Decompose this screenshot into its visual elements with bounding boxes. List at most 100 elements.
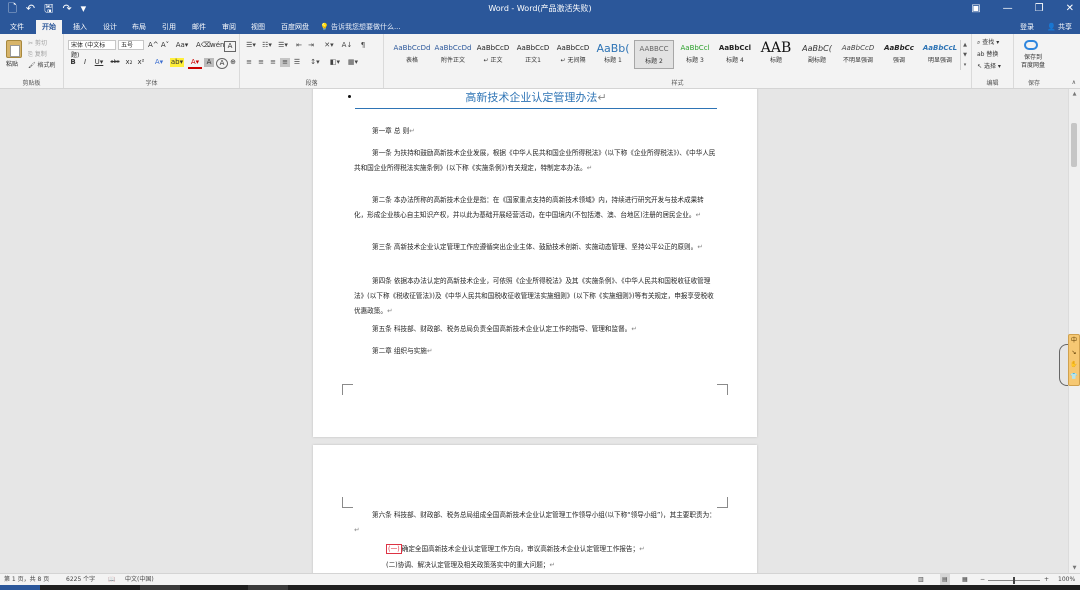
input-method-side-widget[interactable]: 中 ↘ ✋ 👕 [1068, 334, 1080, 386]
minimize-button[interactable]: — [1003, 1, 1013, 17]
tab-design[interactable]: 设计 [97, 20, 123, 34]
ime-skin-icon[interactable]: 👕 [1069, 371, 1079, 383]
style-intense-emphasis[interactable]: AaBbCcL 明显强调 [920, 40, 960, 69]
change-case-button[interactable]: Aa▾ [174, 41, 190, 50]
style-normal-1[interactable]: AaBbCcD 正文1 [513, 40, 553, 69]
style-subtitle[interactable]: AaBbC(副标题 [797, 40, 837, 69]
ime-mode-icon[interactable]: ↘ [1069, 347, 1079, 359]
tab-file[interactable]: 文件 [4, 20, 30, 34]
borders-button[interactable]: ▦▾ [346, 58, 360, 67]
cut-button[interactable]: ✂ 剪切 [28, 38, 47, 47]
taskbar-item[interactable] [0, 585, 40, 590]
justify-button[interactable]: ≡ [280, 58, 290, 67]
chapter-heading[interactable]: 第二章 组织与实施↵ [354, 344, 716, 359]
style-heading-3[interactable]: AaBbCcl 标题 3 [675, 40, 715, 69]
style-heading-2[interactable]: AABBCC 标题 2 [634, 40, 674, 69]
style-subtle-emphasis[interactable]: AaBbCcD 不明显强调 [838, 40, 878, 69]
list-item[interactable]: (二)协调、解决认定管理及相关政策落实中的重大问题；↵ [386, 558, 716, 573]
select-button[interactable]: ↖ 选择 ▾ [977, 62, 1001, 71]
zoom-slider-knob[interactable] [1013, 577, 1015, 584]
shading-button[interactable]: ◧▾ [328, 58, 342, 67]
increase-indent-button[interactable]: ⇥ [306, 41, 316, 50]
taskbar-item[interactable] [140, 585, 180, 590]
phonetic-guide-button[interactable]: wén [210, 41, 224, 50]
subscript-button[interactable]: x₂ [124, 58, 134, 67]
tell-me-search[interactable]: 💡 告诉我您想要做什么... [320, 20, 401, 34]
close-button[interactable]: ✕ [1066, 1, 1074, 17]
ribbon-display-options-icon[interactable]: ▣ [971, 1, 980, 17]
style-table[interactable]: AaBbCcDd 表格 [392, 40, 432, 69]
collapse-ribbon-icon[interactable]: ∧ [1072, 79, 1076, 86]
tab-baidu-netdisk[interactable]: 百度网盘 [275, 20, 315, 34]
ime-hand-icon[interactable]: ✋ [1069, 359, 1079, 371]
article-paragraph[interactable]: 第六条 科技部、财政部、税务总局组成全国高新技术企业认定管理工作领导小组(以下称… [354, 508, 716, 538]
decrease-indent-button[interactable]: ⇤ [294, 41, 304, 50]
align-center-button[interactable]: ≡ [256, 58, 266, 67]
tab-references[interactable]: 引用 [156, 20, 182, 34]
align-right-button[interactable]: ≡ [268, 58, 278, 67]
tab-insert[interactable]: 插入 [67, 20, 93, 34]
document-area[interactable]: 高新技术企业认定管理办法↵ 第一章 总 则↵ 第一条 为扶持和鼓励高新技术企业发… [0, 89, 1080, 573]
scroll-up-icon[interactable]: ▲ [1069, 91, 1080, 97]
tab-review[interactable]: 审阅 [216, 20, 242, 34]
article-paragraph[interactable]: 第二条 本办法所称的高新技术企业是指：在《国家重点支持的高新技术领域》内，持续进… [354, 193, 716, 223]
underline-button[interactable]: U▾ [92, 58, 106, 67]
superscript-button[interactable]: x² [136, 58, 146, 67]
scroll-down-icon[interactable]: ▼ [1069, 565, 1080, 571]
article-paragraph[interactable]: 第一条 为扶持和鼓励高新技术企业发展，根据《中华人民共和国企业所得税法》(以下称… [354, 146, 716, 176]
bullets-button[interactable]: ☰▾ [244, 41, 258, 50]
text-effects-button[interactable]: A▾ [152, 58, 166, 67]
sign-in-link[interactable]: 登录 [1020, 20, 1034, 34]
multilevel-list-button[interactable]: ☰▾ [276, 41, 290, 50]
highlight-color-button[interactable]: ab▾ [170, 58, 184, 67]
tab-home[interactable]: 开始 [36, 20, 62, 34]
tab-view[interactable]: 视图 [245, 20, 271, 34]
show-hide-marks-button[interactable]: ¶ [358, 41, 368, 50]
shrink-font-button[interactable]: A˅ [160, 41, 170, 50]
scrollbar-thumb[interactable] [1071, 123, 1077, 167]
distributed-button[interactable]: ☰ [292, 58, 302, 67]
style-attachment-body[interactable]: AaBbCcDd 附件正文 [433, 40, 473, 69]
style-heading-1[interactable]: AaBb(标题 1 [593, 40, 633, 69]
style-heading-4[interactable]: AaBbCcl 标题 4 [715, 40, 755, 69]
list-item[interactable]: (一) 确定全国高新技术企业认定管理工作方向，审议高新技术企业认定管理工作报告；↵ [386, 542, 716, 557]
line-spacing-button[interactable]: ↕▾ [308, 58, 322, 67]
restore-button[interactable]: ❐ [1035, 1, 1044, 17]
enclose-characters-button[interactable]: A [216, 58, 228, 69]
style-normal[interactable]: AaBbCcD ↵ 正文 [473, 40, 513, 69]
font-size-dropdown[interactable]: 五号 [118, 40, 144, 50]
replace-button[interactable]: ab 替换 [977, 50, 998, 59]
tab-layout[interactable]: 布局 [126, 20, 152, 34]
article-paragraph[interactable]: 第三条 高新技术企业认定管理工作应遵循突出企业主体、鼓励技术创新、实施动态管理、… [354, 240, 716, 255]
chapter-heading[interactable]: 第一章 总 则↵ [354, 124, 716, 139]
copy-button[interactable]: ⎘ 复制 [28, 49, 47, 59]
sort-button[interactable]: A↓ [340, 41, 354, 50]
strikethrough-button[interactable]: abc [108, 58, 122, 67]
paste-button-label[interactable]: 粘贴 [6, 59, 18, 68]
styles-gallery-scroll[interactable]: ▲ ▼ ▾ [960, 40, 969, 70]
font-color-button[interactable]: A▾ [188, 58, 202, 69]
numbering-button[interactable]: ☷▾ [260, 41, 274, 50]
article-paragraph[interactable]: 第四条 依据本办法认定的高新技术企业，可依照《企业所得税法》及其《实施条例》、《… [354, 274, 716, 319]
bold-button[interactable]: B [68, 58, 78, 67]
taskbar-item[interactable] [248, 585, 288, 590]
character-border-button[interactable]: A [224, 41, 236, 52]
chinese-layout-button[interactable]: ✕▾ [322, 41, 336, 50]
baidu-cloud-icon[interactable] [1024, 40, 1038, 50]
ime-chinese-icon[interactable]: 中 [1069, 335, 1079, 347]
share-button[interactable]: 👤 共享 [1047, 20, 1072, 34]
character-shading-button[interactable]: A [204, 58, 214, 67]
article-paragraph[interactable]: 第五条 科技部、财政部、税务总局负责全国高新技术企业认定工作的指导、管理和监督。… [354, 322, 716, 337]
clear-formatting-button[interactable]: A⌫ [196, 41, 211, 50]
paste-icon[interactable] [6, 40, 22, 58]
find-button[interactable]: ⌕ 查找 ▾ [977, 38, 999, 47]
style-title[interactable]: AAB 标题 [756, 40, 796, 69]
italic-button[interactable]: I [80, 58, 90, 67]
tab-mailings[interactable]: 邮件 [186, 20, 212, 34]
vertical-scrollbar[interactable]: ▲ ▼ [1068, 89, 1080, 573]
grow-font-button[interactable]: A^ [148, 41, 159, 50]
style-emphasis[interactable]: AaBbCc 强调 [879, 40, 919, 69]
format-painter-button[interactable]: 🖌 格式刷 [28, 60, 56, 69]
font-dialog-launcher-icon[interactable]: ⊕ [228, 58, 238, 67]
document-title[interactable]: 高新技术企业认定管理办法↵ [348, 90, 717, 109]
